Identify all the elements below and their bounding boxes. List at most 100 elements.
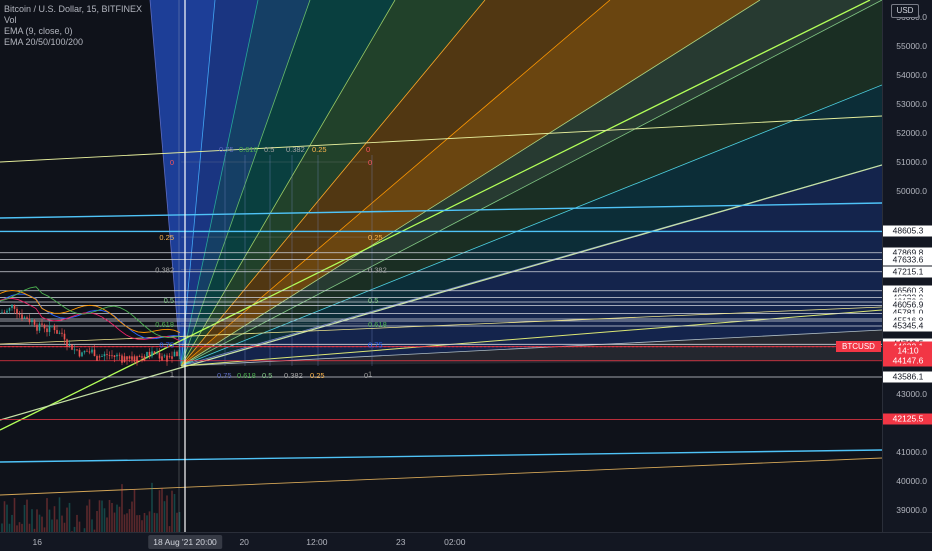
- chart-canvas[interactable]: 000.250.250.3820.3820.50.50.6180.6180.75…: [0, 0, 882, 532]
- price-level-label: 47215.1: [883, 266, 932, 277]
- volume-bar: [66, 508, 68, 532]
- candle-body: [139, 356, 141, 357]
- volume-bar: [101, 501, 103, 532]
- legend-ema-multi[interactable]: EMA 20/50/100/200: [4, 37, 142, 48]
- candle-body: [174, 352, 176, 357]
- candle-body: [94, 350, 96, 356]
- candle-body: [141, 356, 143, 357]
- fib-label-bottom: 0.75: [217, 371, 232, 380]
- fib-label-right: 0.618: [368, 320, 387, 329]
- volume-bar: [49, 510, 51, 532]
- legend-ema-9[interactable]: EMA (9, close, 0): [4, 26, 142, 37]
- volume-bar: [19, 522, 21, 532]
- candle-body: [71, 345, 73, 350]
- volume-bar: [156, 513, 158, 532]
- candle-body: [91, 350, 93, 353]
- candle-body: [144, 356, 146, 361]
- volume-bar: [41, 517, 43, 532]
- candle-body: [96, 356, 98, 361]
- price-level-label: 44147.6: [883, 355, 932, 366]
- candle-body: [24, 317, 26, 318]
- legend-symbol-title[interactable]: Bitcoin / U.S. Dollar, 15, BITFINEX: [4, 4, 142, 15]
- candle-body: [176, 352, 178, 356]
- volume-bar: [24, 505, 26, 532]
- fib-label-left: 0.5: [164, 296, 174, 305]
- crosshair-date-label: 18 Aug '21 20:00: [148, 535, 222, 549]
- candle-body: [131, 356, 133, 360]
- volume-bar: [159, 490, 161, 532]
- fib-label-right: 1: [368, 370, 372, 379]
- volume-bar: [114, 513, 116, 532]
- fib-label-bottom: 0.382: [284, 371, 303, 380]
- legend-vol[interactable]: Vol: [4, 15, 142, 26]
- fib-label-bottom: 0.25: [310, 371, 325, 380]
- candle-body: [136, 356, 138, 363]
- candle-body: [59, 333, 61, 334]
- fib-label-left: 0.382: [155, 265, 174, 274]
- volume-bar: [164, 501, 166, 532]
- time-tick: 20: [239, 537, 248, 547]
- candle-body: [171, 356, 173, 358]
- fib-label-top: 0.382: [286, 145, 305, 154]
- volume-bar: [119, 507, 121, 532]
- candle-body: [41, 324, 43, 325]
- chart-area[interactable]: 000.250.250.3820.3820.50.50.6180.6180.75…: [0, 0, 882, 532]
- volume-bar: [109, 500, 111, 532]
- price-tick: 52000.0: [896, 128, 927, 138]
- candle-body: [101, 356, 103, 357]
- fib-label-left: 0.75: [159, 340, 174, 349]
- time-axis[interactable]: 18 Aug '21 20:00 162012:002302:00: [0, 532, 932, 551]
- candle-body: [11, 305, 13, 308]
- candle-body: [36, 325, 38, 331]
- price-axis[interactable]: 56000.055000.054000.053000.052000.051000…: [882, 0, 932, 532]
- volume-bar: [146, 515, 148, 532]
- candle-body: [121, 356, 123, 363]
- candle-body: [109, 355, 111, 356]
- ticker-tag: BTCUSD: [836, 341, 881, 352]
- candle-body: [164, 355, 166, 356]
- price-tick: 50000.0: [896, 186, 927, 196]
- volume-bar: [116, 505, 118, 532]
- volume-bar: [126, 513, 128, 532]
- volume-bar: [39, 515, 41, 532]
- candle-body: [76, 349, 78, 350]
- candle-body: [119, 355, 121, 356]
- candle-body: [86, 351, 88, 352]
- volume-bar: [46, 498, 48, 532]
- volume-bar: [141, 520, 143, 532]
- candle-body: [6, 311, 8, 313]
- volume-bar: [76, 515, 78, 532]
- candle-body: [74, 349, 76, 350]
- volume-bar: [51, 519, 53, 532]
- candle-body: [31, 320, 33, 322]
- candle-body: [161, 356, 163, 360]
- candle-body: [14, 305, 16, 309]
- price-tick: 39000.0: [896, 505, 927, 515]
- volume-bar: [104, 508, 106, 532]
- volume-bar: [154, 513, 156, 532]
- fib-label-top: 0: [366, 145, 370, 154]
- fib-label-top: 0.75: [219, 145, 234, 154]
- volume-bar: [79, 522, 81, 532]
- volume-bar: [134, 489, 136, 532]
- fib-label-bottom: 0: [364, 371, 368, 380]
- volume-bar: [96, 511, 98, 532]
- fib-label-bottom: 0.5: [262, 371, 272, 380]
- volume-bar: [111, 503, 113, 532]
- time-tick: 16: [33, 537, 42, 547]
- fib-label-top: 0.5: [264, 145, 274, 154]
- currency-badge[interactable]: USD: [891, 4, 919, 18]
- candle-body: [54, 326, 56, 330]
- price-level-label: 47633.6: [883, 254, 932, 265]
- volume-bar: [14, 498, 16, 532]
- fib-label-right: 0.25: [368, 233, 383, 242]
- volume-bar: [69, 503, 71, 532]
- volume-bar: [64, 523, 66, 532]
- fib-label-right: 0.382: [368, 265, 387, 274]
- volume-bar: [176, 513, 178, 532]
- candle-body: [106, 354, 108, 355]
- volume-bar: [89, 499, 91, 532]
- volume-bar: [139, 515, 141, 532]
- trend-line: [0, 458, 882, 495]
- candle-body: [166, 355, 168, 361]
